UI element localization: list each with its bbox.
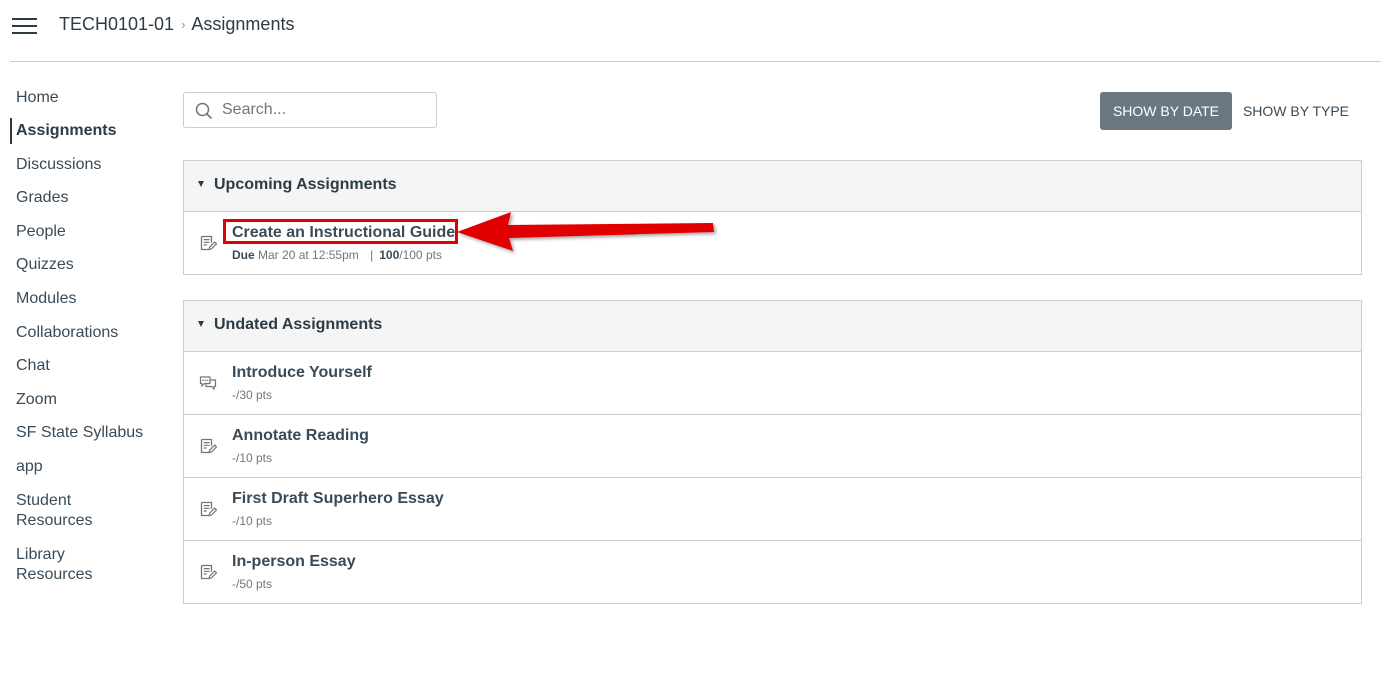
assignment-meta: Due Mar 20 at 12:55pm | 100/100 pts — [232, 248, 442, 262]
search-box — [183, 92, 437, 128]
group-title: Undated Assignments — [214, 316, 383, 333]
assignment-title-link[interactable]: Annotate Reading — [232, 427, 369, 445]
upcoming-assignments-group: Upcoming Assignments Create an Instructi… — [183, 160, 1362, 275]
assignment-title-link[interactable]: Create an Instructional Guide — [232, 224, 455, 242]
points-total: /100 pts — [399, 248, 442, 262]
header-divider — [10, 61, 1381, 62]
due-date: Mar 20 at 12:55pm — [258, 248, 359, 262]
assignment-title-link[interactable]: First Draft Superhero Essay — [232, 490, 444, 508]
sidebar-item-label: Student — [16, 492, 72, 509]
assignment-row: Create an Instructional Guide Due Mar 20… — [184, 212, 1361, 274]
assignment-points: -/30 pts — [232, 388, 273, 402]
sidebar-item-label: Resources — [16, 566, 93, 583]
due-label: Due — [232, 248, 255, 262]
sidebar-item-label: Resources — [16, 512, 93, 529]
sidebar-item-app[interactable]: app — [10, 457, 43, 477]
sidebar-item-assignments[interactable]: Assignments — [10, 118, 116, 144]
sidebar-item-library-resources[interactable]: Library Resources — [10, 545, 92, 585]
assignment-icon — [199, 500, 217, 518]
breadcrumb-separator: › — [181, 17, 186, 32]
show-by-type-button[interactable]: SHOW BY TYPE — [1236, 92, 1356, 130]
assignment-row: In-person Essay -/50 pts — [184, 541, 1361, 603]
caret-down-icon — [198, 321, 204, 327]
assignment-title-link[interactable]: In-person Essay — [232, 553, 356, 571]
assignment-points: -/10 pts — [232, 514, 273, 528]
discussion-icon — [199, 374, 217, 392]
sidebar-item-grades[interactable]: Grades — [10, 188, 68, 208]
assignment-icon — [199, 234, 217, 252]
assignment-points: -/10 pts — [232, 451, 273, 465]
group-header-upcoming[interactable]: Upcoming Assignments — [184, 161, 1361, 212]
group-header-undated[interactable]: Undated Assignments — [184, 301, 1361, 352]
breadcrumb-current: Assignments — [191, 14, 295, 34]
assignment-row: Annotate Reading -/10 pts — [184, 415, 1361, 478]
breadcrumb-course-link[interactable]: TECH0101-01 — [59, 14, 174, 34]
points-earned: 100 — [379, 248, 400, 262]
assignment-title-link[interactable]: Introduce Yourself — [232, 364, 372, 382]
sidebar-item-label: Library — [16, 546, 65, 563]
show-by-date-button[interactable]: SHOW BY DATE — [1100, 92, 1232, 130]
meta-separator: | — [370, 248, 374, 262]
assignment-row: First Draft Superhero Essay -/10 pts — [184, 478, 1361, 541]
sidebar-item-home[interactable]: Home — [10, 88, 59, 108]
sidebar-item-sf-state-syllabus[interactable]: SF State Syllabus — [10, 423, 143, 443]
breadcrumb: TECH0101-01 › Assignments — [59, 14, 294, 36]
search-icon — [195, 102, 213, 120]
assignment-icon — [199, 437, 217, 455]
assignment-points: -/50 pts — [232, 577, 273, 591]
group-title: Upcoming Assignments — [214, 176, 397, 193]
undated-assignments-group: Undated Assignments Introduce Yourself -… — [183, 300, 1362, 604]
sidebar-item-discussions[interactable]: Discussions — [10, 155, 101, 175]
sidebar-item-chat[interactable]: Chat — [10, 356, 50, 376]
sidebar-item-people[interactable]: People — [10, 222, 66, 242]
sidebar-item-collaborations[interactable]: Collaborations — [10, 323, 118, 343]
sidebar-item-student-resources[interactable]: Student Resources — [10, 491, 92, 531]
assignment-icon — [199, 563, 217, 581]
top-bar: TECH0101-01 › Assignments — [0, 0, 1383, 52]
sidebar-item-quizzes[interactable]: Quizzes — [10, 255, 74, 275]
assignment-row: Introduce Yourself -/30 pts — [184, 352, 1361, 415]
search-input[interactable] — [222, 99, 422, 121]
hamburger-menu-icon[interactable] — [12, 17, 38, 37]
sidebar-item-modules[interactable]: Modules — [10, 289, 76, 309]
sidebar-item-zoom[interactable]: Zoom — [10, 390, 57, 410]
caret-down-icon — [198, 181, 204, 187]
